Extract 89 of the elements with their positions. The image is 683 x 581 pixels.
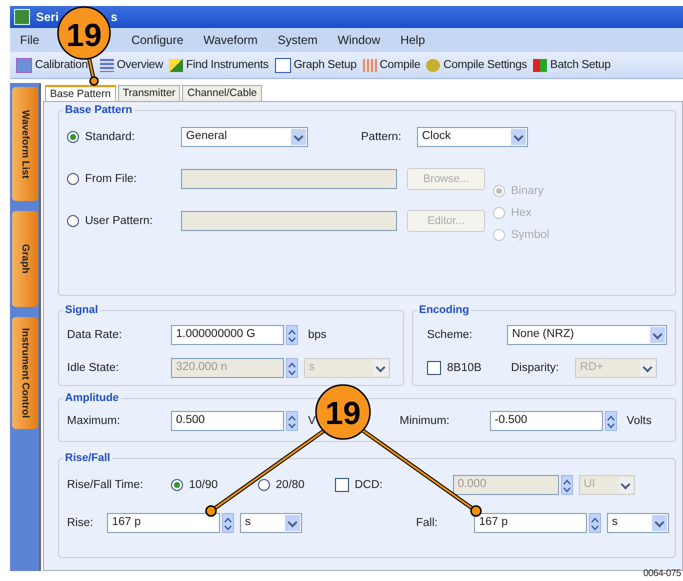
group-title: Amplitude	[64, 392, 120, 404]
radio-label: Binary	[511, 185, 544, 197]
dropdown[interactable]: Clock	[417, 127, 528, 147]
side-tab[interactable]: Graph	[12, 211, 38, 307]
caret-icon	[373, 360, 388, 376]
field-label: Fall:	[416, 517, 439, 529]
field-label: Rise:	[67, 517, 94, 529]
input-field[interactable]: -0.500	[490, 411, 603, 431]
radio-label: User Pattern:	[85, 215, 153, 227]
radio-label: Standard:	[85, 131, 135, 143]
input-field[interactable]	[181, 211, 397, 231]
toolbar-button[interactable]: Find Instruments	[169, 58, 269, 72]
tab[interactable]: Channel/Cable	[182, 85, 262, 101]
input-field[interactable]: 0.500	[171, 411, 284, 431]
grid-icon	[100, 58, 114, 72]
radio-button[interactable]	[67, 131, 79, 143]
field-label: Rise/Fall Time:	[67, 479, 144, 491]
menu-item[interactable]: Window	[328, 33, 390, 47]
tab[interactable]: Transmitter	[118, 85, 180, 101]
toolbar-button[interactable]: Graph Setup	[274, 58, 357, 72]
caret-icon	[511, 129, 526, 145]
field-label: Scheme:	[426, 328, 474, 340]
menu-item[interactable]: Configure	[121, 33, 194, 47]
input-field[interactable]: 1.000000000 G	[171, 324, 284, 344]
field-label: Minimum:	[400, 415, 451, 427]
caret-icon	[650, 326, 665, 342]
group-title: Encoding	[418, 304, 470, 316]
side-tab[interactable]: Waveform List	[12, 87, 38, 201]
dropdown[interactable]: s	[240, 513, 302, 533]
app-icon	[14, 9, 30, 25]
radio-label: Symbol	[511, 229, 550, 241]
unit-label: bps	[308, 328, 327, 340]
group-title: Rise/Fall	[64, 452, 112, 464]
caret-icon	[652, 515, 667, 531]
input-field[interactable]: 167 p	[107, 513, 220, 533]
toolbar-button[interactable]: Batch Setup	[533, 58, 611, 72]
dropdown[interactable]: None (NRZ)	[507, 324, 667, 344]
toolbar-button[interactable]: Compile	[362, 58, 420, 72]
spinner-icon[interactable]	[560, 475, 573, 495]
radio-button[interactable]	[258, 479, 270, 491]
spinner-icon[interactable]	[286, 358, 298, 378]
unit-label: Volts	[626, 415, 652, 427]
window-title: Seri	[36, 10, 59, 24]
spinner-icon[interactable]	[222, 513, 234, 533]
side-tab[interactable]: Instrument Control	[12, 317, 38, 429]
field-label: Maximum:	[67, 415, 122, 427]
caret-icon	[285, 515, 300, 531]
radio-button[interactable]	[67, 215, 79, 227]
group-title: Signal	[64, 304, 100, 316]
checkbox-label: DCD:	[354, 479, 383, 491]
dropdown[interactable]: s	[607, 513, 669, 533]
leader-line	[87, 58, 99, 86]
menu-item[interactable]: Help	[390, 33, 435, 47]
radio-button[interactable]	[67, 173, 79, 185]
field-label: Idle State:	[67, 362, 120, 374]
group-title: Base Pattern	[64, 104, 134, 116]
toolbar-button[interactable]: Overview	[100, 58, 164, 72]
input-field[interactable]	[181, 169, 397, 189]
window-title: s	[110, 10, 118, 24]
checkbox[interactable]	[427, 360, 441, 374]
menu-item[interactable]: File	[10, 33, 50, 47]
caret-icon	[618, 477, 633, 493]
figure-number: 0064-075	[643, 568, 681, 579]
spinner-icon[interactable]	[286, 411, 298, 431]
radio-label: 10/90	[189, 479, 218, 491]
toolbar-button[interactable]: Calibration	[16, 58, 88, 72]
spinner-icon[interactable]	[604, 411, 617, 431]
spinner-icon[interactable]	[286, 324, 298, 344]
menu-item[interactable]: System	[268, 33, 328, 47]
toolbar-button[interactable]: Compile Settings	[426, 58, 528, 72]
radio-button[interactable]	[171, 479, 183, 491]
callout-badge: 19	[57, 6, 111, 60]
radio-label: Hex	[511, 207, 532, 219]
spinner-icon[interactable]	[589, 513, 601, 533]
input-field[interactable]: 167 p	[474, 513, 587, 533]
field-label: Pattern:	[361, 131, 402, 143]
callout-badge: 19	[315, 384, 371, 440]
radio-label: 20/80	[276, 479, 305, 491]
field-label: Data Rate:	[67, 328, 123, 340]
squares-icon	[533, 58, 548, 72]
radio-label: From File:	[85, 173, 137, 185]
caret-icon	[640, 360, 655, 376]
caret-icon	[291, 129, 306, 145]
menu-item[interactable]: Waveform	[193, 33, 268, 47]
checkbox-label: 8B10B	[447, 362, 482, 374]
field-label: Disparity:	[511, 362, 560, 374]
unit-label: V	[308, 415, 316, 427]
dropdown[interactable]: General	[181, 127, 308, 147]
tab[interactable]: Base Pattern	[45, 85, 116, 101]
